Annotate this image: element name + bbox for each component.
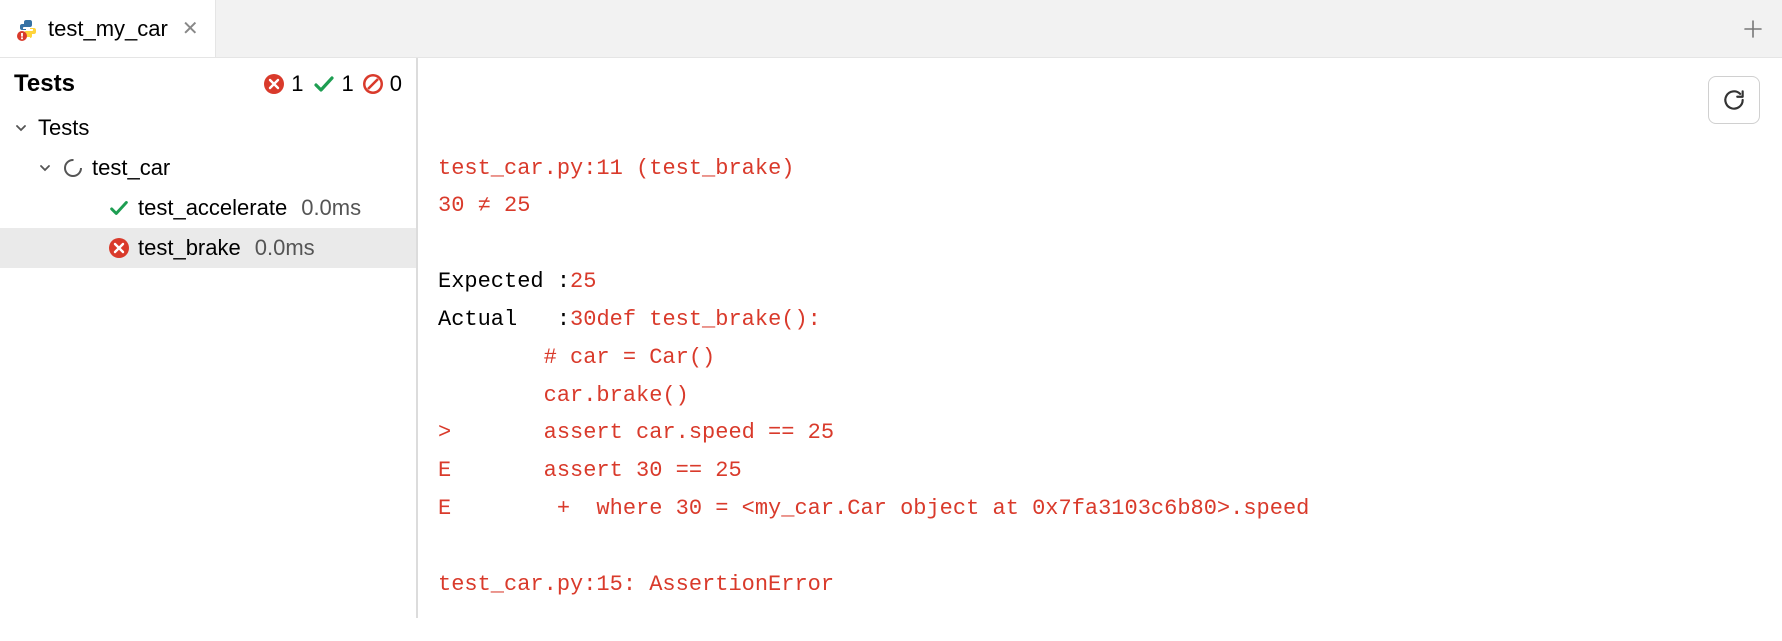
out-actual-value: 30 bbox=[570, 307, 596, 332]
tab-label: test_my_car bbox=[48, 16, 168, 42]
stat-passed[interactable]: 1 bbox=[312, 71, 354, 97]
python-file-error-icon bbox=[16, 17, 40, 41]
out-actual-label: Actual : bbox=[438, 307, 570, 332]
stat-ignored[interactable]: 0 bbox=[362, 71, 402, 97]
tests-tree: Tests test_car test_accelerate 0.0ms bbox=[0, 106, 416, 270]
out-loc: :11 (test_brake) bbox=[583, 156, 794, 181]
close-icon[interactable]: ✕ bbox=[182, 16, 199, 41]
tests-panel-header: Tests 1 1 0 bbox=[0, 58, 416, 106]
pass-icon bbox=[312, 72, 336, 96]
tree-test-name: test_brake bbox=[138, 235, 241, 261]
chevron-down-icon bbox=[14, 121, 30, 135]
tree-module-label: test_car bbox=[92, 155, 170, 181]
out-file: test_car.py bbox=[438, 156, 583, 181]
tab-bar-spacer bbox=[216, 0, 1724, 57]
fail-icon bbox=[263, 73, 285, 95]
chevron-down-icon bbox=[38, 161, 54, 175]
tree-root-label: Tests bbox=[38, 115, 89, 141]
main-area: Tests 1 1 0 bbox=[0, 58, 1782, 618]
out-code-line: car.brake() bbox=[438, 383, 689, 408]
tree-root[interactable]: Tests bbox=[0, 108, 416, 148]
tree-test-duration: 0.0ms bbox=[301, 195, 361, 221]
out-cmp-left: 30 bbox=[438, 193, 478, 218]
tree-test-accelerate[interactable]: test_accelerate 0.0ms bbox=[0, 188, 416, 228]
stat-ignored-count: 0 bbox=[390, 71, 402, 97]
tree-test-brake[interactable]: test_brake 0.0ms bbox=[0, 228, 416, 268]
out-expected-label: Expected : bbox=[438, 269, 570, 294]
fail-icon bbox=[108, 237, 130, 259]
add-tab-button[interactable] bbox=[1724, 0, 1782, 57]
stat-passed-count: 1 bbox=[342, 71, 354, 97]
out-code-line: E assert 30 == 25 bbox=[438, 458, 742, 483]
out-code-line: > assert car.speed == 25 bbox=[438, 420, 834, 445]
loading-icon bbox=[62, 157, 84, 179]
not-equal-icon: ≠ bbox=[478, 193, 491, 218]
pass-icon bbox=[108, 197, 130, 219]
tab-bar: test_my_car ✕ bbox=[0, 0, 1782, 58]
stat-failed[interactable]: 1 bbox=[263, 71, 303, 97]
tab-test-my-car[interactable]: test_my_car ✕ bbox=[0, 0, 216, 57]
rerun-button[interactable] bbox=[1708, 76, 1760, 124]
out-code-line: E + where 30 = <my_car.Car object at 0x7… bbox=[438, 496, 1309, 521]
tests-panel-title: Tests bbox=[14, 70, 255, 98]
out-expected-value: 25 bbox=[570, 269, 596, 294]
out-code-def: def test_brake(): bbox=[596, 307, 820, 332]
stat-failed-count: 1 bbox=[291, 71, 303, 97]
tree-test-duration: 0.0ms bbox=[255, 235, 315, 261]
ignored-icon bbox=[362, 73, 384, 95]
out-cmp-right: 25 bbox=[491, 193, 531, 218]
test-output-panel[interactable]: test_car.py:11 (test_brake) 30 ≠ 25 Expe… bbox=[418, 58, 1782, 618]
out-code-line: # car = Car() bbox=[438, 345, 715, 370]
out-footer: test_car.py:15: AssertionError bbox=[438, 572, 834, 597]
tree-module[interactable]: test_car bbox=[0, 148, 416, 188]
tree-test-name: test_accelerate bbox=[138, 195, 287, 221]
tests-panel: Tests 1 1 0 bbox=[0, 58, 418, 618]
